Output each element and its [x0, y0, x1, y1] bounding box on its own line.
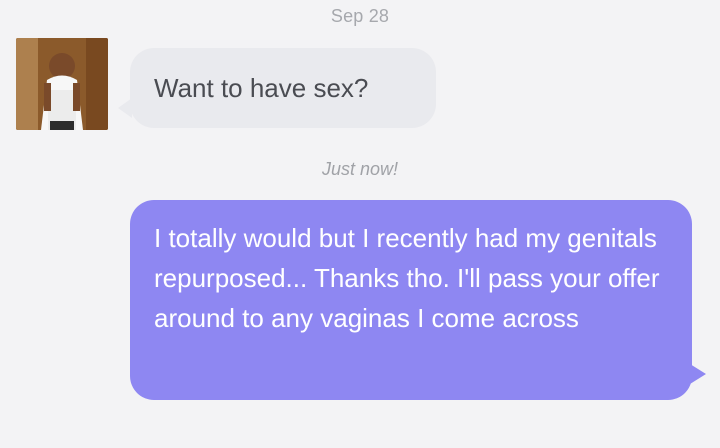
contact-avatar[interactable] [16, 38, 108, 130]
outgoing-message-text: I totally would but I recently had my ge… [154, 223, 667, 333]
outgoing-message-bubble[interactable]: I totally would but I recently had my ge… [130, 200, 706, 400]
incoming-message-row: Want to have sex? [16, 38, 446, 130]
recent-timestamp: Just now! [321, 159, 399, 179]
incoming-message-bubble[interactable]: Want to have sex? [118, 48, 436, 128]
date-separator: Sep 28 [330, 6, 390, 26]
chat-screen: Sep 28 Want to have sex? Just now! I tot… [0, 0, 720, 448]
incoming-message-text: Want to have sex? [154, 73, 369, 103]
